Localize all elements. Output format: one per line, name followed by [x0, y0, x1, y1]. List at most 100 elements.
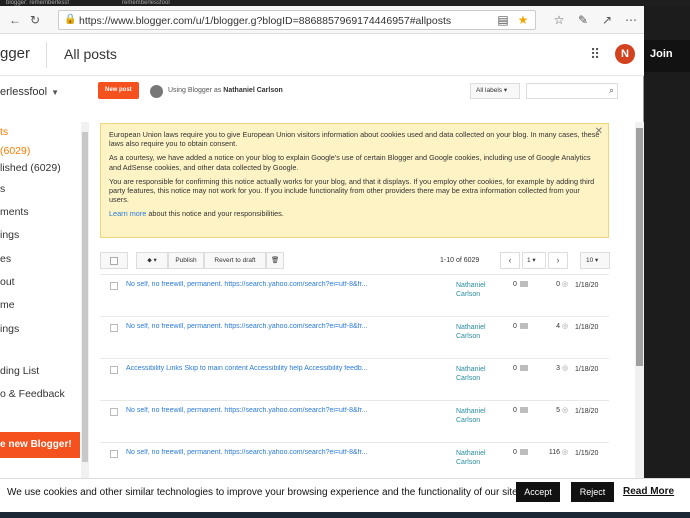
- view-count: 3: [556, 365, 560, 372]
- favorite-star-icon[interactable]: ★: [516, 13, 530, 27]
- post-author[interactable]: Nathaniel Carlson: [456, 323, 496, 341]
- caret-down-icon: ▾: [503, 87, 508, 94]
- search-icon[interactable]: ⌕: [609, 85, 614, 96]
- page-number: 1: [527, 257, 531, 264]
- sidebar-item-comments[interactable]: ments: [0, 206, 29, 218]
- accept-button[interactable]: Accept: [516, 482, 560, 502]
- comment-count-value: 0: [513, 365, 517, 372]
- revert-to-draft-button[interactable]: Revert to draft: [204, 252, 266, 269]
- label-button[interactable]: ⬥ ▾: [136, 252, 168, 269]
- new-post-button[interactable]: New post: [98, 82, 139, 99]
- comment-icon: [519, 281, 528, 288]
- blog-name: erlessfool: [0, 86, 48, 98]
- trash-icon: 🗑: [271, 257, 280, 264]
- eu-notice-paragraph-1: European Union laws require you to give …: [109, 130, 600, 149]
- favorites-list-icon[interactable]: ☆: [552, 13, 566, 27]
- comment-count-value: 0: [513, 407, 517, 414]
- sidebar-item-theme[interactable]: me: [0, 299, 15, 311]
- post-title[interactable]: No self, no freewill, permanent. https:/…: [126, 281, 396, 288]
- page-select[interactable]: 1 ▾: [522, 252, 546, 269]
- table-row[interactable]: No self, no freewill, permanent. https:/…: [100, 274, 609, 316]
- eye-icon: ◎: [562, 323, 569, 330]
- sidebar: erlessfool ▼ ts (6029) lished (6029) s me…: [0, 76, 80, 482]
- lock-icon: 🔒: [64, 14, 77, 25]
- sidebar-item-published[interactable]: lished (6029): [0, 162, 61, 174]
- join-button[interactable]: Join: [650, 48, 673, 60]
- prev-page-button[interactable]: ‹: [500, 252, 520, 269]
- reading-view-icon[interactable]: ▤: [496, 13, 510, 27]
- apps-grid-icon[interactable]: ⠿: [590, 47, 604, 61]
- sidebar-item-pages[interactable]: es: [0, 253, 11, 265]
- post-date: 1/18/20: [575, 324, 599, 331]
- view-count: 116: [548, 449, 560, 456]
- notes-icon[interactable]: ✎: [576, 13, 590, 27]
- per-page-select[interactable]: 10 ▾: [580, 252, 610, 269]
- more-icon[interactable]: ⋯: [624, 13, 638, 27]
- post-title[interactable]: No self, no freewill, permanent. https:/…: [126, 407, 396, 414]
- chevron-left-icon: ‹: [508, 255, 512, 265]
- sidebar-item-layout[interactable]: out: [0, 276, 15, 288]
- main-content: New post Using Blogger as Nathaniel Carl…: [90, 76, 634, 482]
- sidebar-item-help-feedback[interactable]: o & Feedback: [0, 388, 65, 400]
- browser-window: ← ↻ 🔒 https://www.blogger.com/u/1/blogge…: [0, 6, 644, 482]
- eye-icon: ◎: [562, 407, 569, 414]
- read-more-link[interactable]: Read More: [623, 486, 674, 497]
- sidebar-item-settings[interactable]: ings: [0, 323, 19, 335]
- comment-count-value: 0: [513, 323, 517, 330]
- row-checkbox[interactable]: [110, 366, 118, 374]
- delete-button[interactable]: 🗑: [266, 252, 284, 269]
- close-icon[interactable]: ✕: [595, 126, 603, 136]
- sidebar-item-stats[interactable]: s: [0, 183, 5, 195]
- caret-down-icon: ▼: [51, 88, 59, 97]
- blogger-logo[interactable]: gger: [0, 45, 30, 62]
- refresh-icon[interactable]: ↻: [28, 13, 42, 27]
- sidebar-item-earnings[interactable]: ings: [0, 229, 19, 241]
- back-icon[interactable]: ←: [8, 13, 22, 27]
- taskbar: [0, 512, 690, 518]
- sidebar-scroll-thumb[interactable]: [82, 132, 88, 462]
- row-checkbox[interactable]: [110, 282, 118, 290]
- tag-icon: ⬥ ▾: [147, 257, 157, 264]
- comment-icon: [519, 449, 528, 456]
- learn-more-suffix: about this notice and your responsibilit…: [148, 209, 284, 219]
- post-author[interactable]: Nathaniel Carlson: [456, 365, 496, 383]
- sidebar-item-posts[interactable]: ts: [0, 126, 8, 138]
- post-title[interactable]: No self, no freewill, permanent. https:/…: [126, 449, 396, 456]
- labels-filter-dropdown[interactable]: All labels ▾: [470, 83, 520, 99]
- blogger-header: gger All posts ⠿ N: [0, 34, 644, 76]
- next-page-button[interactable]: ›: [548, 252, 568, 269]
- main-scroll-thumb[interactable]: [636, 128, 643, 366]
- sidebar-item-all[interactable]: (6029): [0, 145, 30, 157]
- table-row[interactable]: No self, no freewill, permanent. https:/…: [100, 316, 609, 358]
- account-avatar[interactable]: N: [615, 44, 635, 64]
- row-checkbox[interactable]: [110, 408, 118, 416]
- pagination-range: 1-10 of 6029: [440, 257, 480, 264]
- post-date: 1/18/20: [575, 408, 599, 415]
- post-title[interactable]: No self, no freewill, permanent. https:/…: [126, 323, 396, 330]
- row-checkbox[interactable]: [110, 324, 118, 332]
- comment-count-value: 0: [513, 449, 517, 456]
- share-icon[interactable]: ↗: [600, 13, 614, 27]
- select-all-checkbox[interactable]: [100, 252, 128, 269]
- address-bar-row: ← ↻ 🔒 https://www.blogger.com/u/1/blogge…: [0, 6, 644, 34]
- search-input[interactable]: ⌕: [526, 83, 618, 99]
- reject-button[interactable]: Reject: [571, 482, 614, 502]
- checkbox-icon: [110, 257, 118, 265]
- post-author[interactable]: Nathaniel Carlson: [456, 407, 496, 425]
- publish-button[interactable]: Publish: [168, 252, 204, 269]
- try-new-blogger-button[interactable]: e new Blogger!: [0, 432, 80, 458]
- table-row[interactable]: Accessibility Links Skip to main content…: [100, 358, 609, 400]
- sidebar-item-reading-list[interactable]: ding List: [0, 365, 39, 377]
- learn-more-link[interactable]: Learn more: [109, 209, 146, 218]
- post-author[interactable]: Nathaniel Carlson: [456, 449, 496, 467]
- comment-icon: [519, 365, 528, 372]
- post-title[interactable]: Accessibility Links Skip to main content…: [126, 365, 396, 372]
- row-checkbox[interactable]: [110, 450, 118, 458]
- blog-selector[interactable]: erlessfool ▼: [0, 86, 59, 98]
- comment-count-value: 0: [513, 281, 517, 288]
- post-date: 1/18/20: [575, 282, 599, 289]
- post-author[interactable]: Nathaniel Carlson: [456, 281, 496, 299]
- eu-notice-paragraph-3: You are responsible for confirming this …: [109, 176, 595, 205]
- url-field[interactable]: 🔒 https://www.blogger.com/u/1/blogger.g?…: [58, 10, 536, 30]
- table-row[interactable]: No self, no freewill, permanent. https:/…: [100, 400, 609, 442]
